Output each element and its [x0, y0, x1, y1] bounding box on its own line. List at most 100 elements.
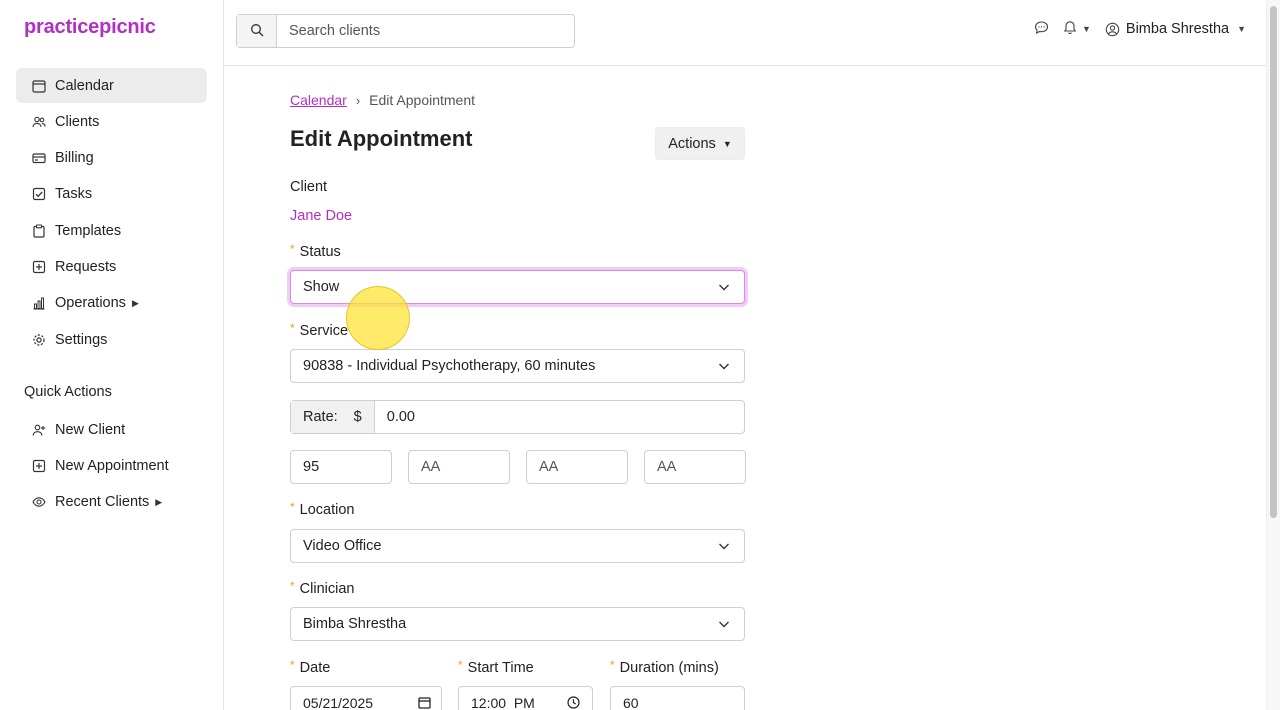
service-select[interactable]: 90838 - Individual Psychotherapy, 60 min… — [290, 349, 745, 383]
users-icon — [32, 115, 46, 129]
calendar-icon[interactable] — [418, 696, 431, 710]
start-time-value: 12:00 PM — [471, 695, 535, 710]
date-label: * Date — [290, 658, 331, 676]
chevron-down-icon — [718, 618, 730, 634]
status-value: Show — [303, 279, 340, 295]
click-indicator — [346, 286, 410, 350]
sidebar-item-settings[interactable]: Settings — [16, 322, 207, 357]
bell-icon — [1063, 20, 1077, 38]
sidebar-item-label: Billing — [55, 150, 94, 167]
caret-right-icon: ▶ — [155, 496, 163, 507]
quick-action-label: Recent Clients — [55, 494, 150, 511]
duration-input[interactable]: 60 — [610, 686, 745, 710]
app-logo[interactable]: practicepicnic — [24, 16, 156, 39]
location-label: * Location — [290, 500, 355, 518]
chevron-down-icon — [718, 281, 730, 297]
clinician-select[interactable]: Bimba Shrestha — [290, 607, 745, 641]
breadcrumb-calendar-link[interactable]: Calendar — [290, 92, 347, 108]
gear-icon — [32, 333, 46, 347]
sidebar-item-calendar[interactable]: Calendar — [16, 68, 207, 103]
chevron-right-icon: › — [355, 92, 361, 108]
clinician-label-text: Clinician — [299, 581, 355, 597]
required-marker: * — [290, 579, 295, 593]
sidebar-item-clients[interactable]: Clients — [16, 104, 207, 139]
sidebar-item-label: Operations — [55, 295, 126, 312]
search-button[interactable] — [237, 15, 277, 47]
chevron-down-icon: ▼ — [722, 138, 732, 149]
rate-addon: Rate: $ — [291, 401, 375, 433]
duration-value: 60 — [623, 695, 639, 710]
quick-action-label: New Client — [55, 421, 126, 438]
credit-card-icon — [32, 151, 46, 165]
required-marker: * — [458, 658, 463, 672]
client-label-text: Client — [290, 179, 328, 195]
start-time-input[interactable]: 12:00 PM — [458, 686, 593, 710]
chevron-down-icon — [718, 360, 730, 376]
date-label-text: Date — [299, 660, 331, 676]
calendar-icon — [32, 79, 46, 93]
sidebar-item-requests[interactable]: Requests — [16, 249, 207, 284]
user-menu[interactable]: Bimba Shrestha ▼ — [1105, 21, 1246, 37]
required-marker: * — [290, 321, 295, 335]
user-name: Bimba Shrestha — [1125, 21, 1230, 37]
modifier-input-1[interactable]: 95 — [290, 450, 392, 484]
checkbox-icon — [32, 187, 46, 201]
client-name-link[interactable]: Jane Doe — [290, 208, 352, 224]
location-label-text: Location — [299, 502, 355, 518]
service-label: * Service — [290, 321, 349, 339]
rate-label: Rate: — [303, 409, 338, 425]
required-marker: * — [290, 500, 295, 514]
page-title: Edit Appointment — [290, 126, 473, 151]
eye-icon — [32, 495, 46, 509]
modifier-input-2[interactable]: AA — [408, 450, 510, 484]
quick-action-label: New Appointment — [55, 457, 169, 474]
service-label-text: Service — [299, 323, 349, 339]
clinician-value: Bimba Shrestha — [303, 616, 407, 632]
required-marker: * — [290, 658, 295, 672]
sidebar-item-label: Settings — [55, 331, 108, 348]
sidebar-item-billing[interactable]: Billing — [16, 141, 207, 176]
sidebar-item-tasks[interactable]: Tasks — [16, 177, 207, 212]
user-circle-icon — [1105, 22, 1120, 37]
modifier-input-4[interactable]: AA — [644, 450, 746, 484]
plus-square-icon — [32, 260, 46, 274]
sidebar-item-label: Requests — [55, 258, 117, 275]
sidebar-item-label: Calendar — [55, 77, 114, 94]
modifier-input-3[interactable]: AA — [526, 450, 628, 484]
sidebar-item-templates[interactable]: Templates — [16, 213, 207, 248]
status-label: * Status — [290, 242, 341, 260]
required-marker: * — [290, 242, 295, 256]
chevron-down-icon — [718, 540, 730, 556]
status-label-text: Status — [299, 244, 341, 260]
rate-input-group: Rate: $ 0.00 — [290, 400, 745, 434]
actions-label: Actions — [668, 135, 716, 152]
bar-chart-icon — [32, 296, 46, 310]
clock-icon[interactable] — [567, 696, 580, 710]
quick-action-recent-clients[interactable]: Recent Clients ▶ — [16, 485, 207, 520]
quick-actions: New Client New Appointment Recent Client… — [16, 412, 207, 521]
chat-icon[interactable] — [1034, 20, 1049, 38]
date-input[interactable]: 05/21/2025 — [290, 686, 442, 710]
scrollbar-thumb[interactable] — [1270, 6, 1277, 518]
actions-button[interactable]: Actions ▼ — [655, 127, 745, 160]
chevron-down-icon: ▼ — [1081, 24, 1091, 34]
location-select[interactable]: Video Office — [290, 529, 745, 563]
client-label: Client — [290, 179, 327, 195]
sidebar-item-label: Tasks — [55, 186, 93, 203]
duration-label: * Duration (mins) — [610, 658, 719, 676]
start-time-label: * Start Time — [458, 658, 534, 676]
rate-input[interactable]: 0.00 — [375, 401, 744, 433]
quick-action-new-appointment[interactable]: New Appointment — [16, 448, 207, 483]
start-time-label-text: Start Time — [467, 660, 534, 676]
required-marker: * — [610, 658, 615, 672]
duration-label-text: Duration (mins) — [619, 660, 719, 676]
sidebar-nav: Calendar Clients Billing Tasks Templates — [16, 68, 207, 358]
service-value: 90838 - Individual Psychotherapy, 60 min… — [303, 358, 596, 374]
quick-action-new-client[interactable]: New Client — [16, 412, 207, 447]
sidebar-item-label: Clients — [55, 113, 100, 130]
notifications-menu[interactable]: ▼ — [1063, 20, 1091, 38]
caret-right-icon: ▶ — [131, 297, 139, 308]
page-scrollbar[interactable] — [1266, 0, 1280, 710]
sidebar-item-operations[interactable]: Operations ▶ — [16, 286, 207, 321]
clinician-label: * Clinician — [290, 579, 355, 597]
